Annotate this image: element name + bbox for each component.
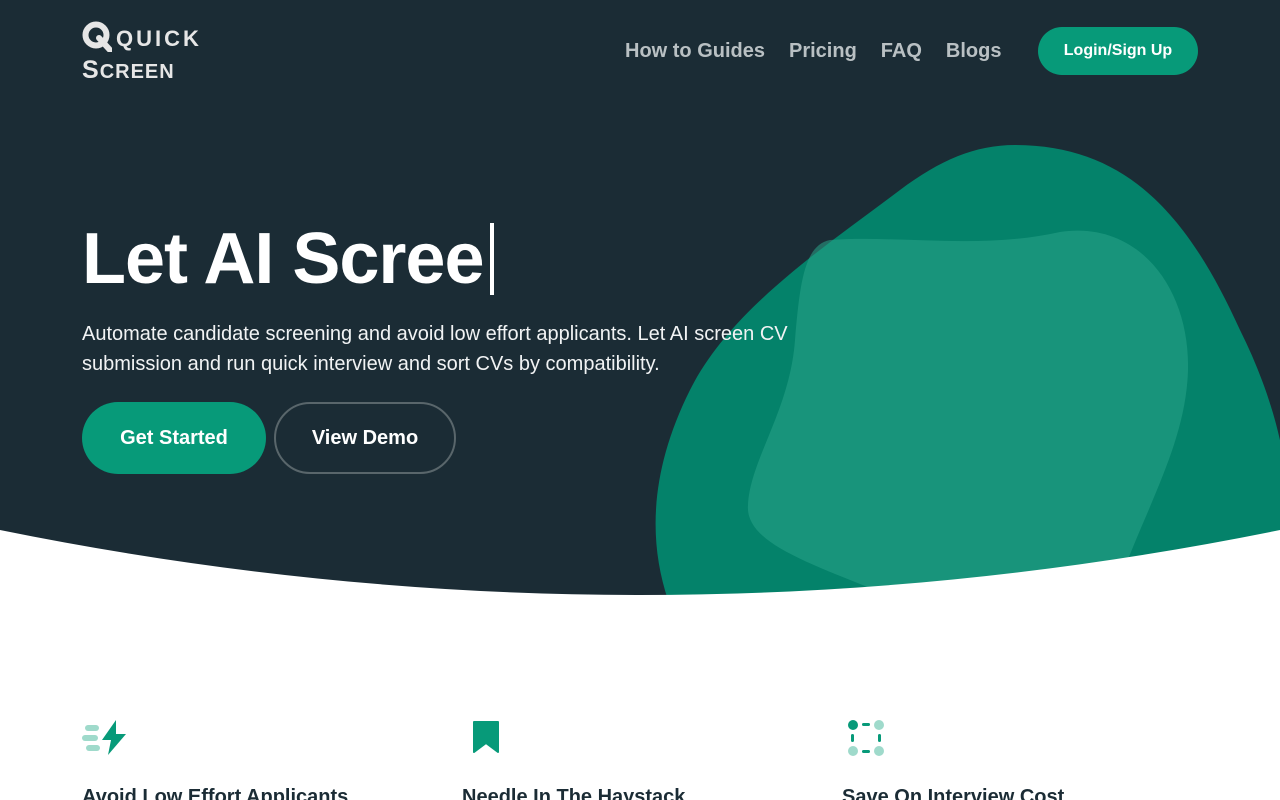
logo-text-screen: SCREEN: [82, 58, 175, 85]
nav-how-to-guides[interactable]: How to Guides: [625, 38, 765, 64]
hero-subtitle: Automate candidate screening and avoid l…: [82, 323, 788, 375]
nav-pricing[interactable]: Pricing: [789, 38, 857, 64]
main-nav: How to Guides Pricing FAQ Blogs: [625, 38, 1001, 64]
get-started-button[interactable]: Get Started: [82, 402, 266, 474]
hero-section: Quick SCREEN How to Guides Pricing FAQ B…: [0, 0, 1280, 600]
logo-q-icon: [82, 21, 112, 52]
bookmark-icon: [473, 721, 499, 753]
logo-screen-rest: CREEN: [99, 61, 175, 83]
feature-title: Needle In The Haystack: [462, 786, 686, 800]
typing-caret: [489, 223, 494, 295]
login-signup-button[interactable]: Login/Sign Up: [1038, 27, 1198, 75]
logo[interactable]: Quick SCREEN: [82, 20, 202, 85]
logo-screen-initial: S: [82, 56, 100, 84]
lightning-icon: [82, 720, 126, 755]
feature-title: Avoid Low Effort Applicants: [82, 786, 349, 800]
feature-title: Save On Interview Cost: [842, 786, 1065, 800]
hero-blob-inner: [747, 230, 1189, 589]
hero-background: [0, 0, 1280, 600]
headline-highlight: Scree: [290, 218, 512, 300]
hero-headline: Let AI Scree: [82, 218, 512, 300]
headline-prefix: Let AI: [82, 219, 293, 299]
dots-square-icon: [848, 720, 884, 756]
view-demo-button[interactable]: View Demo: [274, 402, 456, 474]
logo-text-quick: Quick: [116, 26, 202, 51]
nav-faq[interactable]: FAQ: [881, 38, 922, 64]
nav-blogs[interactable]: Blogs: [946, 38, 1002, 64]
headline-typed-text: Scree: [292, 219, 484, 299]
